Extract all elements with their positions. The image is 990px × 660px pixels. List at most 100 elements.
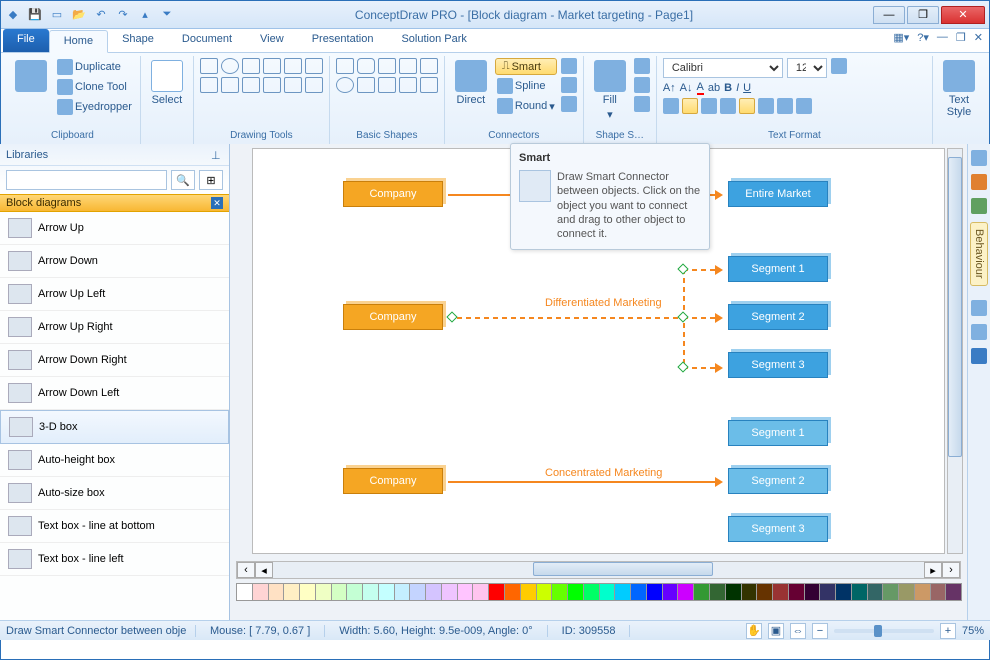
shape-diamond[interactable]: [399, 58, 417, 74]
palette-swatch[interactable]: [394, 583, 411, 601]
palette-swatch[interactable]: [520, 583, 537, 601]
palette-swatch[interactable]: [315, 583, 332, 601]
window-opts-icon[interactable]: ▦▾: [893, 31, 909, 44]
palette-swatch[interactable]: [788, 583, 805, 601]
segment-block[interactable]: Segment 2: [728, 468, 828, 494]
conn-opt2-icon[interactable]: [561, 77, 577, 93]
segment-block[interactable]: Segment 3: [728, 352, 828, 378]
rail-icon-4[interactable]: [971, 300, 987, 316]
font-fill-icon[interactable]: [831, 58, 847, 74]
rail-icon-1[interactable]: [971, 150, 987, 166]
help-icon[interactable]: ?▾: [917, 31, 929, 44]
palette-swatch[interactable]: [567, 583, 584, 601]
market-block[interactable]: Entire Market: [728, 181, 828, 207]
font-color-icon[interactable]: A: [697, 81, 704, 95]
palette-swatch[interactable]: [441, 583, 458, 601]
library-item[interactable]: Text box - line left: [0, 543, 229, 576]
shape-star[interactable]: [399, 77, 417, 93]
direct-button[interactable]: Direct: [451, 58, 491, 108]
palette-swatch[interactable]: [346, 583, 363, 601]
tab-presentation[interactable]: Presentation: [298, 29, 388, 52]
segment-block[interactable]: Segment 3: [728, 516, 828, 542]
text-style-button[interactable]: Text Style: [939, 58, 979, 120]
zoom-slider[interactable]: [834, 629, 934, 633]
undo-icon[interactable]: ↶: [93, 7, 109, 23]
tab-document[interactable]: Document: [168, 29, 246, 52]
edit-handle[interactable]: [677, 311, 688, 322]
palette-swatch[interactable]: [268, 583, 285, 601]
tool-text[interactable]: [221, 77, 239, 93]
round-button[interactable]: Round ▾: [495, 97, 557, 115]
scrollbar-thumb[interactable]: [533, 562, 713, 576]
palette-swatch[interactable]: [709, 583, 726, 601]
palette-swatch[interactable]: [725, 583, 742, 601]
scrollbar-thumb[interactable]: [948, 157, 962, 457]
palette-swatch[interactable]: [283, 583, 300, 601]
line-weight-icon[interactable]: [634, 77, 650, 93]
library-item[interactable]: Arrow Up: [0, 212, 229, 245]
increase-font-icon[interactable]: A↑: [663, 82, 676, 94]
palette-swatch[interactable]: [378, 583, 395, 601]
tool-pen[interactable]: [242, 77, 260, 93]
palette-swatch[interactable]: [693, 583, 710, 601]
shape-circle[interactable]: [336, 77, 354, 93]
horizontal-scrollbar[interactable]: ‹ ◂ ▸ ›: [236, 561, 961, 579]
select-button[interactable]: Select: [147, 58, 187, 108]
rail-icon-3[interactable]: [971, 198, 987, 214]
new-icon[interactable]: ▭: [49, 7, 65, 23]
tool-ellipse[interactable]: [221, 58, 239, 74]
subscript-icon[interactable]: [796, 98, 812, 114]
align-left-icon[interactable]: [663, 98, 679, 114]
zoom-out-icon[interactable]: −: [812, 623, 828, 639]
shape-burst[interactable]: [420, 77, 438, 93]
library-item[interactable]: Auto-height box: [0, 444, 229, 477]
shape-pentagon[interactable]: [357, 77, 375, 93]
scrollbar-track[interactable]: [273, 562, 924, 578]
palette-swatch[interactable]: [646, 583, 663, 601]
eyedropper-button[interactable]: Eyedropper: [55, 98, 134, 116]
edit-handle[interactable]: [446, 311, 457, 322]
palette-swatch[interactable]: [819, 583, 836, 601]
library-item[interactable]: Arrow Down: [0, 245, 229, 278]
paste-button[interactable]: [11, 58, 51, 94]
align-top-icon[interactable]: [720, 98, 736, 114]
tool-more[interactable]: [305, 77, 323, 93]
company-block[interactable]: Company: [343, 181, 443, 207]
scroll-right-icon[interactable]: ▸: [924, 562, 942, 578]
spline-button[interactable]: Spline: [495, 77, 557, 95]
palette-swatch[interactable]: [331, 583, 348, 601]
save-icon[interactable]: 💾: [27, 7, 43, 23]
palette-swatch[interactable]: [898, 583, 915, 601]
scroll-right-icon[interactable]: ›: [942, 562, 960, 578]
connector-selected[interactable]: [448, 317, 683, 319]
underline-icon[interactable]: U: [743, 82, 751, 94]
palette-swatch[interactable]: [252, 583, 269, 601]
shape-triangle[interactable]: [378, 58, 396, 74]
library-item[interactable]: Arrow Down Left: [0, 377, 229, 410]
mdi-max-icon[interactable]: ❐: [956, 31, 966, 44]
palette-swatch[interactable]: [914, 583, 931, 601]
rail-help-icon[interactable]: [971, 348, 987, 364]
palette-swatch[interactable]: [851, 583, 868, 601]
library-item[interactable]: Arrow Down Right: [0, 344, 229, 377]
close-button[interactable]: ✕: [941, 6, 985, 24]
search-button[interactable]: 🔍: [171, 170, 195, 190]
segment-block[interactable]: Segment 1: [728, 420, 828, 446]
library-list[interactable]: Arrow UpArrow DownArrow Up LeftArrow Up …: [0, 212, 229, 612]
rail-icon-2[interactable]: [971, 174, 987, 190]
palette-swatch[interactable]: [804, 583, 821, 601]
italic-icon[interactable]: I: [736, 82, 739, 94]
tab-view[interactable]: View: [246, 29, 298, 52]
zoom-thumb[interactable]: [874, 625, 882, 637]
library-item[interactable]: Auto-size box: [0, 477, 229, 510]
superscript-icon[interactable]: [777, 98, 793, 114]
bold-icon[interactable]: B: [724, 82, 732, 94]
edit-handle[interactable]: [677, 361, 688, 372]
close-library-icon[interactable]: ✕: [211, 197, 223, 209]
maximize-button[interactable]: ❐: [907, 6, 939, 24]
palette-swatch[interactable]: [945, 583, 962, 601]
library-outline-button[interactable]: ⊞: [199, 170, 223, 190]
conn-opt1-icon[interactable]: [561, 58, 577, 74]
shape-hex[interactable]: [420, 58, 438, 74]
palette-swatch[interactable]: [772, 583, 789, 601]
